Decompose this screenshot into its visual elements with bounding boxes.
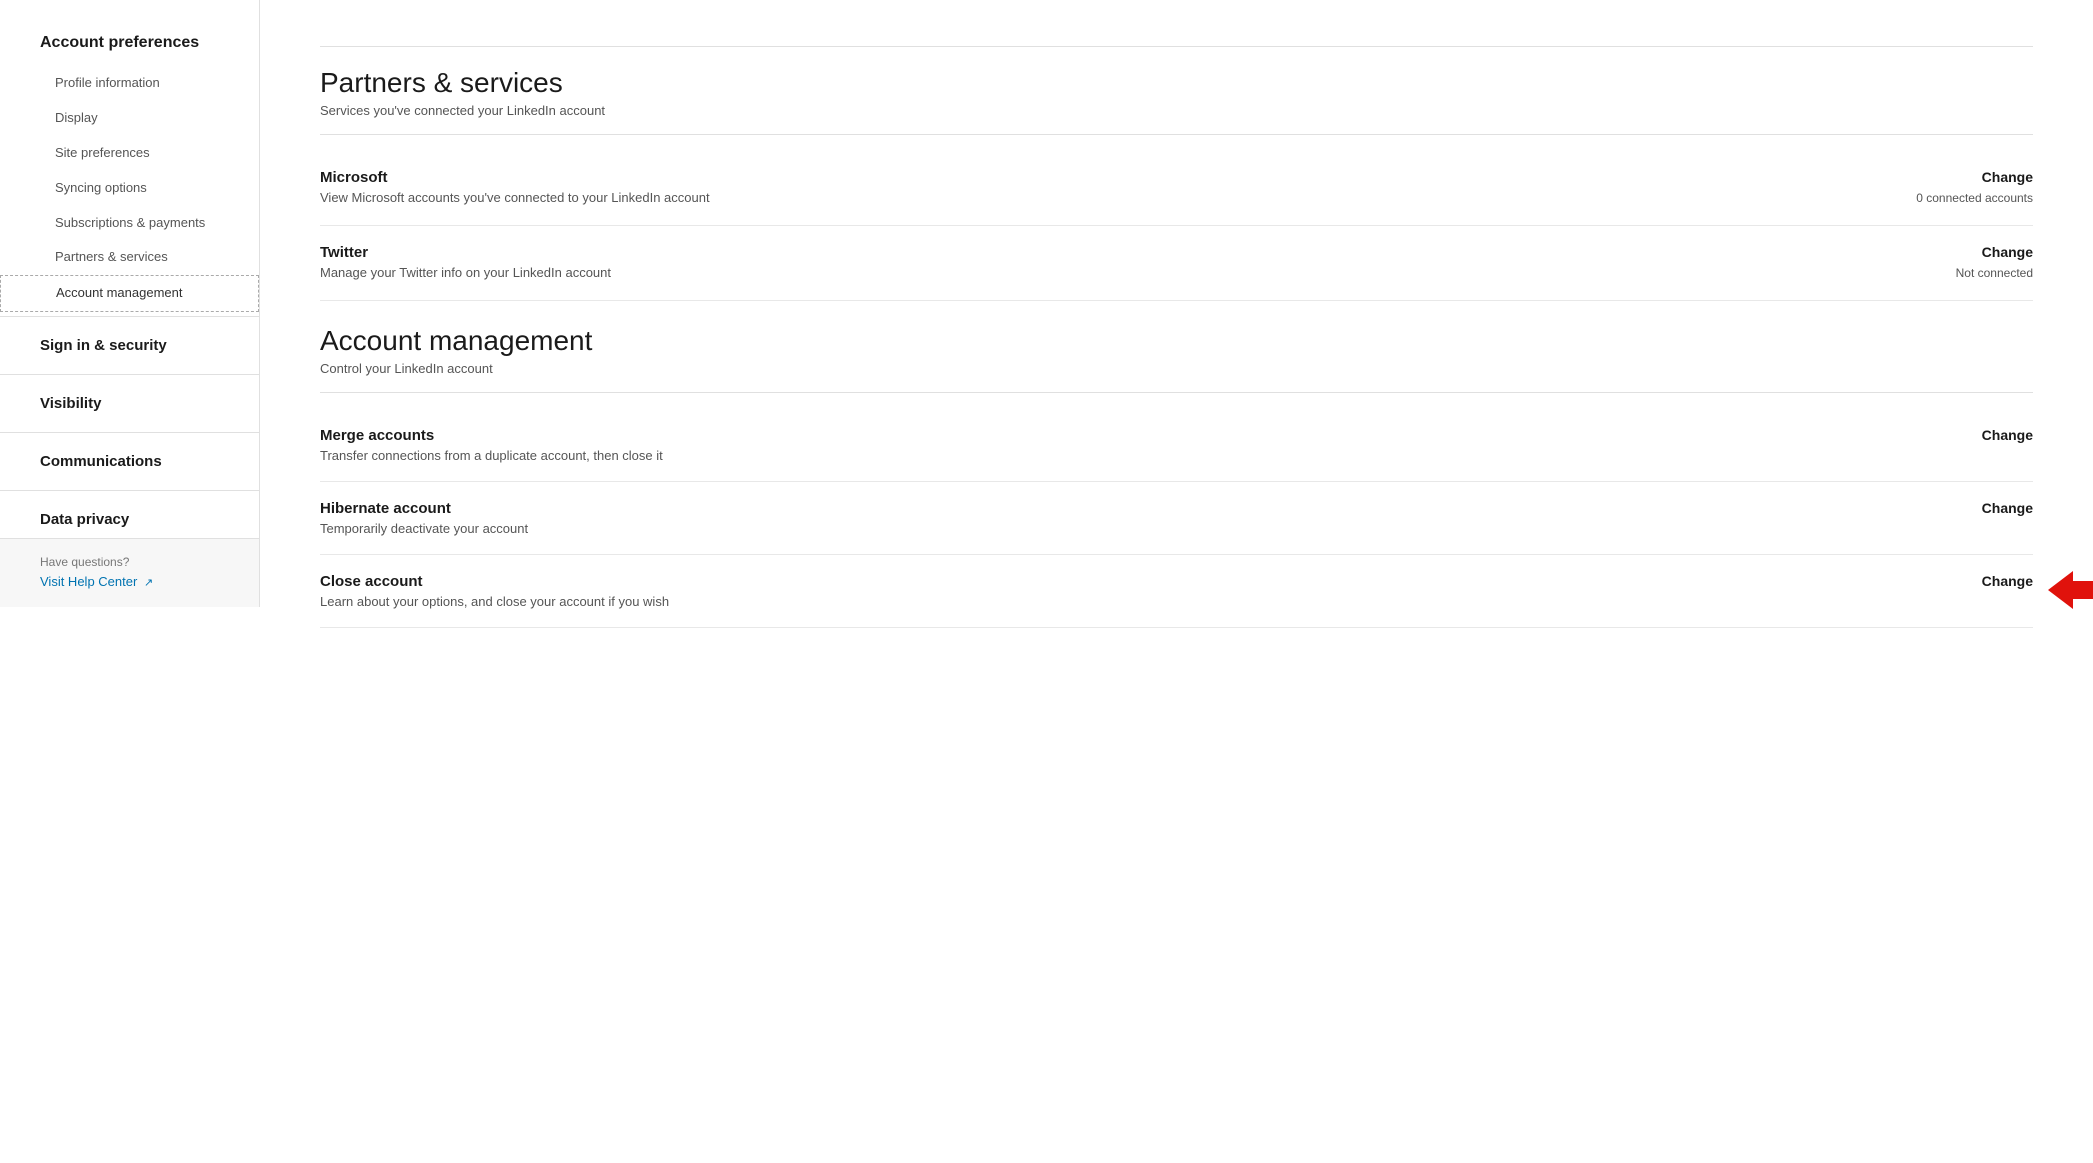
account-management-section: Account management Control your LinkedIn… bbox=[320, 325, 2033, 376]
sidebar-section-sign-in-security[interactable]: Sign in & security bbox=[0, 321, 259, 370]
close-account-title: Close account bbox=[320, 573, 1873, 590]
sidebar-item-partners-services[interactable]: Partners & services bbox=[0, 240, 259, 275]
microsoft-description: View Microsoft accounts you've connected… bbox=[320, 190, 1873, 205]
microsoft-row-right: Change 0 connected accounts bbox=[1893, 169, 2033, 207]
sidebar-item-subscriptions-payments[interactable]: Subscriptions & payments bbox=[0, 206, 259, 241]
merge-accounts-left: Merge accounts Transfer connections from… bbox=[320, 427, 1873, 463]
sidebar-item-profile-information[interactable]: Profile information bbox=[0, 66, 259, 101]
merge-accounts-right: Change bbox=[1893, 427, 2033, 447]
sidebar-section-communications[interactable]: Communications bbox=[0, 437, 259, 486]
close-account-description: Learn about your options, and close your… bbox=[320, 594, 1873, 609]
sidebar-section-visibility[interactable]: Visibility bbox=[0, 379, 259, 428]
account-management-subtitle: Control your LinkedIn account bbox=[320, 361, 2033, 376]
hibernate-account-row: Hibernate account Temporarily deactivate… bbox=[320, 482, 2033, 555]
twitter-row-left: Twitter Manage your Twitter info on your… bbox=[320, 244, 1873, 280]
partners-services-title: Partners & services bbox=[320, 67, 2033, 99]
hibernate-account-title: Hibernate account bbox=[320, 500, 1873, 517]
sidebar: Account preferences Profile information … bbox=[0, 0, 260, 607]
twitter-row: Twitter Manage your Twitter info on your… bbox=[320, 226, 2033, 301]
merge-accounts-row: Merge accounts Transfer connections from… bbox=[320, 409, 2033, 482]
right-red-arrow bbox=[2048, 571, 2093, 614]
microsoft-row-left: Microsoft View Microsoft accounts you've… bbox=[320, 169, 1873, 205]
hibernate-account-change-link[interactable]: Change bbox=[1893, 500, 2033, 516]
hibernate-account-description: Temporarily deactivate your account bbox=[320, 521, 1873, 536]
account-management-title: Account management bbox=[320, 325, 2033, 357]
sidebar-item-site-preferences[interactable]: Site preferences bbox=[0, 136, 259, 171]
hibernate-account-right: Change bbox=[1893, 500, 2033, 520]
close-account-row-wrapper: Close account Learn about your options, … bbox=[320, 555, 2033, 628]
twitter-description: Manage your Twitter info on your LinkedI… bbox=[320, 265, 1873, 280]
external-link-icon: ↗ bbox=[144, 577, 153, 589]
sidebar-item-account-management[interactable]: Account management bbox=[0, 275, 259, 312]
merge-accounts-description: Transfer connections from a duplicate ac… bbox=[320, 448, 1873, 463]
close-account-row: Close account Learn about your options, … bbox=[320, 555, 2033, 628]
partners-services-section: Partners & services Services you've conn… bbox=[320, 67, 2033, 118]
twitter-change-link[interactable]: Change bbox=[1893, 244, 2033, 260]
visit-help-center-link[interactable]: Visit Help Center ↗ bbox=[40, 574, 153, 589]
hibernate-account-left: Hibernate account Temporarily deactivate… bbox=[320, 500, 1873, 536]
sidebar-section-account-preferences[interactable]: Account preferences bbox=[0, 20, 259, 66]
twitter-status: Not connected bbox=[1956, 266, 2033, 280]
sidebar-section-data-privacy[interactable]: Data privacy bbox=[0, 495, 259, 544]
sidebar-item-display[interactable]: Display bbox=[0, 101, 259, 136]
close-account-right: Change bbox=[1893, 573, 2033, 593]
microsoft-title: Microsoft bbox=[320, 169, 1873, 186]
partners-services-subtitle: Services you've connected your LinkedIn … bbox=[320, 103, 2033, 118]
main-content: Partners & services Services you've conn… bbox=[260, 0, 2093, 1163]
sidebar-item-syncing-options[interactable]: Syncing options bbox=[0, 171, 259, 206]
close-account-change-link[interactable]: Change bbox=[1893, 573, 2033, 589]
sidebar-footer: Have questions? Visit Help Center ↗ bbox=[0, 538, 259, 607]
microsoft-row: Microsoft View Microsoft accounts you've… bbox=[320, 151, 2033, 226]
merge-accounts-change-link[interactable]: Change bbox=[1893, 427, 2033, 443]
microsoft-status: 0 connected accounts bbox=[1916, 191, 2033, 205]
microsoft-change-link[interactable]: Change bbox=[1893, 169, 2033, 185]
sidebar-footer-question: Have questions? bbox=[40, 555, 239, 569]
merge-accounts-title: Merge accounts bbox=[320, 427, 1873, 444]
close-account-left: Close account Learn about your options, … bbox=[320, 573, 1873, 609]
twitter-row-right: Change Not connected bbox=[1893, 244, 2033, 282]
twitter-title: Twitter bbox=[320, 244, 1873, 261]
